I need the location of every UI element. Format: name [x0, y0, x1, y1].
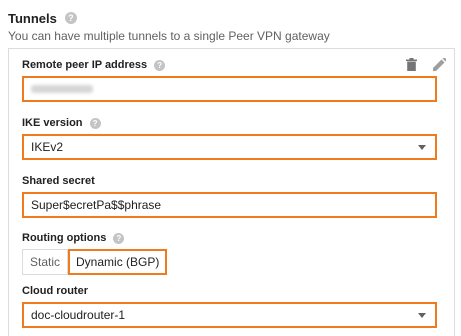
routing-toggle-group: Static Dynamic (BGP)	[22, 249, 437, 275]
remote-ip-label-row: Remote peer IP address ?	[22, 58, 437, 72]
ike-version-field: IKE version ? IKEv2	[22, 116, 437, 160]
ike-version-label-row: IKE version ?	[22, 116, 437, 130]
shared-secret-value: Super$ecretPa$$phrase	[31, 198, 162, 212]
tunnels-title-row: Tunnels ?	[8, 9, 453, 27]
shared-secret-label: Shared secret	[22, 175, 95, 187]
tunnel-card: Remote peer IP address ? IKE version ? I…	[8, 48, 455, 336]
shared-secret-field: Shared secret Super$ecretPa$$phrase	[22, 174, 437, 218]
routing-option-dynamic-bgp[interactable]: Dynamic (BGP)	[68, 249, 168, 275]
shared-secret-input[interactable]: Super$ecretPa$$phrase	[22, 192, 437, 218]
routing-option-static[interactable]: Static	[22, 249, 69, 275]
ike-version-value: IKEv2	[31, 140, 64, 154]
help-icon[interactable]: ?	[64, 12, 77, 24]
tunnels-header: Tunnels ? You can have multiple tunnels …	[8, 9, 453, 44]
cloud-router-field: Cloud router doc-cloudrouter-1	[22, 284, 437, 328]
help-icon[interactable]: ?	[89, 117, 101, 129]
help-icon[interactable]: ?	[113, 232, 125, 244]
cloud-router-label: Cloud router	[22, 285, 88, 297]
shared-secret-label-row: Shared secret	[22, 174, 437, 188]
ike-version-select[interactable]: IKEv2	[22, 134, 437, 160]
remote-ip-field: Remote peer IP address ?	[22, 58, 437, 102]
routing-options-label: Routing options	[22, 232, 107, 244]
section-subtitle: You can have multiple tunnels to a singl…	[8, 29, 330, 43]
cloud-router-select[interactable]: doc-cloudrouter-1	[22, 302, 437, 328]
redacted-ip-value	[31, 85, 93, 93]
remote-ip-input[interactable]	[22, 76, 437, 102]
cloud-router-label-row: Cloud router	[22, 284, 437, 298]
ike-version-label: IKE version	[22, 117, 83, 129]
routing-options-label-row: Routing options ?	[22, 231, 437, 245]
cloud-router-value: doc-cloudrouter-1	[31, 308, 126, 322]
section-title: Tunnels	[8, 10, 57, 26]
remote-ip-label: Remote peer IP address	[22, 59, 148, 71]
help-icon[interactable]: ?	[154, 59, 166, 71]
routing-options-field: Routing options ? Static Dynamic (BGP)	[22, 231, 437, 275]
